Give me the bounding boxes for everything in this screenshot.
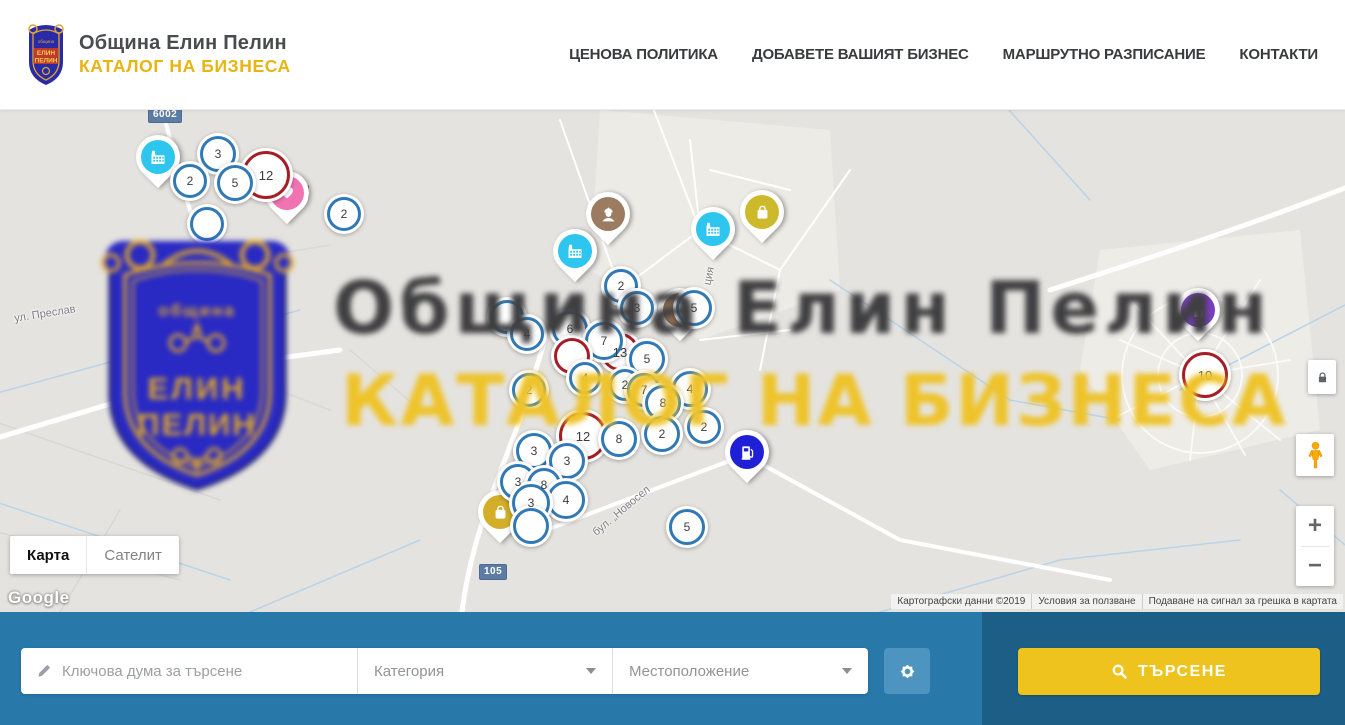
cluster-count: 2 xyxy=(341,207,348,221)
search-fields-group: Категория Местоположение xyxy=(21,648,868,694)
search-button[interactable]: ТЪРСЕНЕ xyxy=(1018,648,1320,695)
search-button-label: ТЪРСЕНЕ xyxy=(1138,663,1227,681)
zoom-in-button[interactable]: + xyxy=(1296,506,1334,546)
brand-text: Община Елин Пелин КАТАЛОГ НА БИЗНЕСА xyxy=(79,32,291,77)
cluster-count: 8 xyxy=(541,478,548,492)
cluster-count: 2 xyxy=(526,383,533,397)
brand-title: Община Елин Пелин xyxy=(79,32,291,55)
cluster-count: 3 xyxy=(564,454,571,468)
cluster-ring xyxy=(513,508,549,544)
chevron-down-icon xyxy=(842,668,852,674)
cluster-marker[interactable]: 5 xyxy=(673,287,715,329)
zoom-control: + − xyxy=(1296,506,1334,586)
cluster-marker[interactable]: 2 xyxy=(170,161,210,201)
location-select-label: Местоположение xyxy=(629,663,749,680)
cluster-ring xyxy=(190,207,224,241)
attribution-link[interactable]: Подаване на сигнал за грешка в картата xyxy=(1142,594,1343,609)
nav-item[interactable]: ДОБАВЕТЕ ВАШИЯТ БИЗНЕС xyxy=(752,46,969,63)
streetview-lock-button[interactable] xyxy=(1308,360,1336,394)
nav-item[interactable]: ЦЕНОВА ПОЛИТИКА xyxy=(569,46,718,63)
cluster-count: 5 xyxy=(644,352,651,366)
cluster-count: 4 xyxy=(582,371,589,385)
cluster-count: 8 xyxy=(660,396,667,410)
cluster-marker[interactable]: 8 xyxy=(598,418,640,460)
emblem-name1: ЕЛИН xyxy=(37,50,56,57)
emblem-top-text: община xyxy=(38,39,55,44)
search-bar: Категория Местоположение ТЪРСЕНЕ xyxy=(0,612,1345,725)
cluster-marker[interactable] xyxy=(187,204,227,244)
brand-subtitle: КАТАЛОГ НА БИЗНЕСА xyxy=(79,56,291,77)
gear-icon xyxy=(897,661,918,682)
category-select[interactable]: Категория xyxy=(357,648,612,694)
cluster-marker[interactable]: 2 xyxy=(641,413,683,455)
category-select-label: Категория xyxy=(374,663,444,680)
attribution-text: Картографски данни ©2019 xyxy=(891,594,1031,609)
nav-item[interactable]: МАРШРУТНО РАЗПИСАНИЕ xyxy=(1003,46,1206,63)
google-logo[interactable]: Google xyxy=(8,588,70,608)
site-logo[interactable]: община ЕЛИН ПЕЛИН Община Елин Пелин КАТА… xyxy=(25,22,291,88)
nav-item[interactable]: КОНТАКТИ xyxy=(1239,46,1318,63)
cluster-count: 5 xyxy=(232,176,239,190)
cluster-count: 3 xyxy=(515,475,522,489)
cluster-count: 2 xyxy=(618,279,625,293)
cluster-count: 4 xyxy=(687,382,694,396)
cluster-count: 2 xyxy=(187,174,194,188)
clusters-layer: 12325223546137542274822128333843510 xyxy=(0,110,1345,612)
map-type-map-button[interactable]: Карта xyxy=(10,536,86,574)
location-select[interactable]: Местоположение xyxy=(612,648,868,694)
cluster-count: 5 xyxy=(691,301,698,315)
cluster-count: 13 xyxy=(613,345,627,360)
cluster-count: 2 xyxy=(622,378,629,392)
cluster-count: 12 xyxy=(576,429,590,444)
cluster-count: 3 xyxy=(531,444,538,458)
cluster-marker[interactable]: 4 xyxy=(507,314,547,354)
cluster-count: 3 xyxy=(528,496,535,510)
cluster-marker[interactable]: 5 xyxy=(214,162,256,204)
pegman-icon xyxy=(1305,441,1326,470)
cluster-count: 8 xyxy=(616,432,623,446)
lock-icon xyxy=(1315,370,1330,385)
cluster-marker[interactable]: 3 xyxy=(617,288,657,328)
cluster-count: 2 xyxy=(701,420,708,434)
cluster-count: 4 xyxy=(563,493,570,507)
cluster-count: 4 xyxy=(524,327,531,341)
cluster-marker[interactable]: 2 xyxy=(509,370,549,410)
cluster-count: 3 xyxy=(215,147,222,161)
map-attribution: Картографски данни ©2019Условия за ползв… xyxy=(891,594,1343,609)
cluster-marker[interactable]: 10 xyxy=(1179,349,1231,401)
municipality-emblem-icon: община ЕЛИН ПЕЛИН xyxy=(25,22,67,88)
cluster-count: 7 xyxy=(641,383,648,397)
cluster-count: 12 xyxy=(259,168,273,183)
attribution-link[interactable]: Условия за ползване xyxy=(1031,594,1141,609)
map-canvas[interactable]: ул. Преславбул. „Новоселция 6002105 1232… xyxy=(0,110,1345,612)
emblem-name2: ПЕЛИН xyxy=(35,57,58,64)
cluster-count: 10 xyxy=(1198,368,1212,383)
cluster-marker[interactable]: 2 xyxy=(684,407,724,447)
search-icon xyxy=(1111,663,1128,680)
cluster-count: 6 xyxy=(567,322,574,336)
header: община ЕЛИН ПЕЛИН Община Елин Пелин КАТА… xyxy=(0,0,1345,110)
keyword-input[interactable] xyxy=(62,663,343,680)
pencil-icon xyxy=(35,663,52,680)
cluster-marker[interactable]: 2 xyxy=(324,194,364,234)
cluster-count: 5 xyxy=(684,520,691,534)
cluster-marker[interactable]: 4 xyxy=(566,359,604,397)
cluster-count: 7 xyxy=(601,334,608,348)
advanced-settings-button[interactable] xyxy=(884,648,930,694)
zoom-out-button[interactable]: − xyxy=(1296,547,1334,587)
cluster-marker[interactable]: 5 xyxy=(666,506,708,548)
cluster-count: 2 xyxy=(659,427,666,441)
map-type-control: Карта Сателит xyxy=(10,536,179,574)
page: община ЕЛИН ПЕЛИН Община Елин Пелин КАТА… xyxy=(0,0,1345,725)
cluster-count: 3 xyxy=(634,301,641,315)
chevron-down-icon xyxy=(586,668,596,674)
map-type-satellite-button[interactable]: Сателит xyxy=(86,536,179,574)
cluster-marker[interactable] xyxy=(510,505,552,547)
main-nav: ЦЕНОВА ПОЛИТИКА ДОБАВЕТЕ ВАШИЯТ БИЗНЕС МАР… xyxy=(569,46,1320,63)
pegman-control[interactable] xyxy=(1296,434,1334,476)
keyword-field-wrap xyxy=(21,648,357,694)
